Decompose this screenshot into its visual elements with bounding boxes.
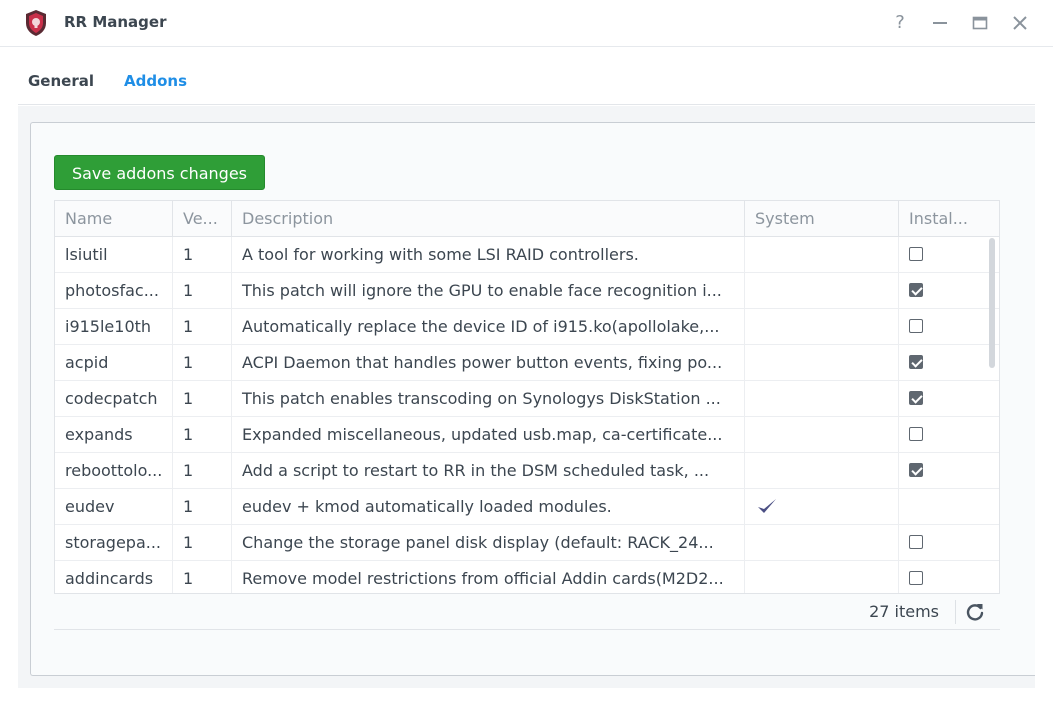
column-header-version[interactable]: Ve... [173, 201, 232, 237]
cell-version: 1 [173, 381, 232, 417]
grid-scrollbar[interactable] [987, 237, 997, 593]
minimize-icon[interactable] [929, 11, 951, 35]
grid-header: Name Ve... Description System Instal... [55, 201, 999, 237]
installed-checkbox[interactable] [909, 355, 923, 369]
cell-description: Add a script to restart to RR in the DSM… [232, 453, 745, 489]
cell-installed [899, 525, 999, 561]
cell-name: codecpatch [55, 381, 173, 417]
table-row[interactable]: codecpatch 1 This patch enables transcodin… [55, 381, 999, 417]
tab-addons[interactable]: Addons [124, 72, 187, 90]
installed-checkbox[interactable] [909, 535, 923, 549]
cell-system [745, 525, 899, 561]
cell-system [745, 417, 899, 453]
cell-description: ACPI Daemon that handles power button ev… [232, 345, 745, 381]
table-row[interactable]: eudev 1 eudev + kmod automatically loaded … [55, 489, 999, 525]
shield-icon [26, 10, 46, 36]
scrollbar-thumb[interactable] [989, 238, 995, 368]
installed-checkbox[interactable] [909, 247, 923, 261]
maximize-icon[interactable] [969, 11, 991, 35]
table-row[interactable]: expands 1 Expanded miscellaneous, updated … [55, 417, 999, 453]
cell-installed [899, 345, 999, 381]
cell-description: Remove model restrictions from official … [232, 561, 745, 593]
grid-footer: 27 items [54, 594, 1000, 630]
cell-system [745, 237, 899, 273]
cell-installed [899, 417, 999, 453]
window-title: RR Manager [64, 13, 167, 31]
cell-system [745, 489, 899, 525]
cell-name: reboottolo... [55, 453, 173, 489]
cell-installed [899, 309, 999, 345]
cell-installed [899, 237, 999, 273]
cell-version: 1 [173, 417, 232, 453]
table-row[interactable]: reboottolo... 1 Add a script to restart to… [55, 453, 999, 489]
title-bar: RR Manager ? [0, 0, 1053, 47]
refresh-icon[interactable] [964, 601, 986, 623]
cell-version: 1 [173, 309, 232, 345]
cell-version: 1 [173, 489, 232, 525]
help-icon[interactable]: ? [889, 11, 911, 35]
table-row[interactable]: storagepa... 1 Change the storage panel di… [55, 525, 999, 561]
installed-checkbox[interactable] [909, 463, 923, 477]
cell-system [745, 381, 899, 417]
close-icon[interactable] [1009, 11, 1031, 35]
cell-installed [899, 453, 999, 489]
cell-installed [899, 381, 999, 417]
items-count: 27 items [869, 602, 939, 621]
tab-general[interactable]: General [28, 72, 94, 90]
installed-checkbox[interactable] [909, 571, 923, 585]
tab-bar: General Addons [18, 60, 1035, 105]
cell-description: This patch will ignore the GPU to enable… [232, 273, 745, 309]
column-header-system[interactable]: System [745, 201, 899, 237]
cell-installed [899, 273, 999, 309]
cell-name: addincards [55, 561, 173, 593]
column-header-description[interactable]: Description [232, 201, 745, 237]
cell-system [745, 273, 899, 309]
system-check-icon [758, 499, 776, 513]
cell-system [745, 561, 899, 593]
cell-version: 1 [173, 561, 232, 593]
cell-name: lsiutil [55, 237, 173, 273]
cell-installed [899, 561, 999, 593]
cell-name: photosfac... [55, 273, 173, 309]
installed-checkbox[interactable] [909, 319, 923, 333]
cell-system [745, 453, 899, 489]
save-addons-button[interactable]: Save addons changes [54, 155, 265, 190]
cell-system [745, 309, 899, 345]
column-header-installed[interactable]: Instal... [899, 201, 999, 237]
table-row[interactable]: photosfac... 1 This patch will ignore the … [55, 273, 999, 309]
cell-system [745, 345, 899, 381]
cell-name: eudev [55, 489, 173, 525]
table-row[interactable]: i915le10th 1 Automatically replace the dev… [55, 309, 999, 345]
cell-name: storagepa... [55, 525, 173, 561]
cell-description: Automatically replace the device ID of i… [232, 309, 745, 345]
cell-name: acpid [55, 345, 173, 381]
cell-description: A tool for working with some LSI RAID co… [232, 237, 745, 273]
cell-installed [899, 489, 999, 525]
footer-divider [955, 600, 956, 624]
cell-version: 1 [173, 237, 232, 273]
table-row[interactable]: addincards 1 Remove model restrictions fro… [55, 561, 999, 593]
cell-description: eudev + kmod automatically loaded module… [232, 489, 745, 525]
addons-grid: Name Ve... Description System Instal... … [54, 200, 1000, 594]
installed-checkbox[interactable] [909, 283, 923, 297]
cell-version: 1 [173, 345, 232, 381]
cell-name: i915le10th [55, 309, 173, 345]
table-row[interactable]: acpid 1 ACPI Daemon that handles power but… [55, 345, 999, 381]
cell-version: 1 [173, 453, 232, 489]
column-header-name[interactable]: Name [55, 201, 173, 237]
table-row[interactable]: lsiutil 1 A tool for working with some LSI… [55, 237, 999, 273]
cell-description: Expanded miscellaneous, updated usb.map,… [232, 417, 745, 453]
cell-version: 1 [173, 525, 232, 561]
cell-name: expands [55, 417, 173, 453]
cell-description: This patch enables transcoding on Synolo… [232, 381, 745, 417]
cell-description: Change the storage panel disk display (d… [232, 525, 745, 561]
cell-version: 1 [173, 273, 232, 309]
installed-checkbox[interactable] [909, 391, 923, 405]
installed-checkbox[interactable] [909, 427, 923, 441]
